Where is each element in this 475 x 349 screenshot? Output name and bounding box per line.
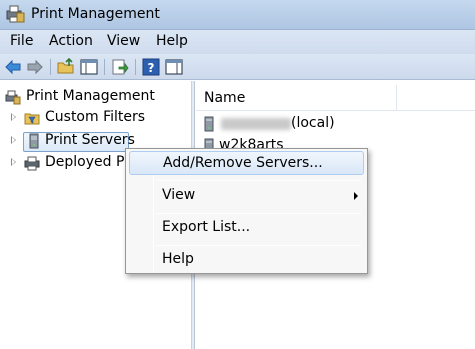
menu-item-label: View xyxy=(162,187,196,203)
column-header-label: Name xyxy=(204,90,246,106)
forward-arrow-icon[interactable] xyxy=(26,58,44,76)
tree-item-label: Custom Filters xyxy=(45,109,146,125)
column-header-name[interactable]: Name xyxy=(196,85,475,111)
menu-item-label: Help xyxy=(162,251,194,267)
tree-item-deployed-printers[interactable]: Deployed Pr xyxy=(8,153,126,173)
title-bar: Print Management xyxy=(0,0,475,30)
context-menu: Add/Remove Servers... View Export List..… xyxy=(125,148,368,274)
show-hide-action-pane-icon[interactable] xyxy=(165,58,183,76)
menu-item-view[interactable]: View xyxy=(129,184,364,208)
help-icon[interactable]: ? xyxy=(142,58,160,76)
filter-folder-icon xyxy=(24,113,40,125)
up-folder-icon[interactable] xyxy=(57,58,75,76)
menu-separator xyxy=(157,245,361,246)
menu-item-add-remove-servers[interactable]: Add/Remove Servers... xyxy=(129,151,364,175)
server-icon xyxy=(204,116,214,132)
back-arrow-icon[interactable] xyxy=(4,58,22,76)
menu-file[interactable]: File xyxy=(10,33,33,49)
menu-help[interactable]: Help xyxy=(156,33,188,49)
menu-separator xyxy=(157,180,361,181)
svg-text:?: ? xyxy=(148,61,155,75)
redacted-server-name xyxy=(221,118,291,130)
column-divider[interactable] xyxy=(396,85,397,111)
toolbar-separator xyxy=(104,59,105,75)
list-item[interactable]: (local) xyxy=(203,114,463,134)
submenu-arrow-icon xyxy=(354,192,358,200)
menu-item-export-list[interactable]: Export List... xyxy=(129,216,364,240)
expand-arrow-icon[interactable] xyxy=(11,113,16,121)
menu-bar: File Action View Help xyxy=(0,30,475,54)
tree-item-custom-filters[interactable]: Custom Filters xyxy=(8,108,188,128)
tree-item-print-management[interactable]: Print Management xyxy=(4,87,189,107)
tree-item-label: Print Management xyxy=(26,88,155,104)
printer-app-icon xyxy=(5,90,21,105)
expand-arrow-icon[interactable] xyxy=(11,158,16,166)
show-hide-tree-icon[interactable] xyxy=(80,58,98,76)
menu-item-help[interactable]: Help xyxy=(129,248,364,272)
list-item-label: (local) xyxy=(291,115,335,131)
tree-item-label: Print Servers xyxy=(45,132,135,148)
tree-item-print-servers[interactable]: Print Servers xyxy=(8,131,135,151)
expand-arrow-icon[interactable] xyxy=(11,136,16,144)
menu-action[interactable]: Action xyxy=(49,33,93,49)
toolbar-separator xyxy=(135,59,136,75)
menu-item-label: Export List... xyxy=(162,219,251,235)
toolbar: ? xyxy=(0,54,475,80)
printer-app-icon xyxy=(6,5,25,23)
menu-view[interactable]: View xyxy=(107,33,140,49)
menu-separator xyxy=(157,213,361,214)
window-title: Print Management xyxy=(31,6,160,22)
toolbar-separator xyxy=(50,59,51,75)
printer-icon xyxy=(24,156,40,171)
tree-item-label: Deployed Pr xyxy=(45,154,126,170)
server-icon xyxy=(29,133,39,149)
export-list-icon[interactable] xyxy=(111,58,129,76)
menu-item-label: Add/Remove Servers... xyxy=(163,155,323,171)
